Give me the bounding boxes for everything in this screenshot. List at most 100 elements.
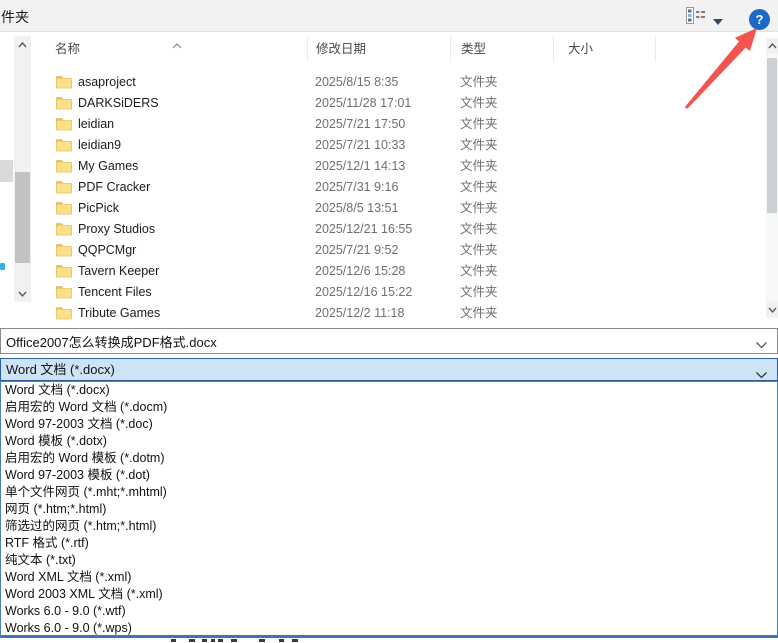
dialog-toolbar: 件夹 ? — [0, 0, 778, 32]
filetype-dropdown-icon[interactable] — [755, 365, 769, 379]
column-header-type[interactable]: 类型 — [450, 36, 553, 62]
filetype-option[interactable]: 纯文本 (*.txt) — [1, 552, 777, 569]
filetype-selected-value: Word 文档 (*.docx) — [6, 362, 115, 377]
folder-icon — [56, 117, 72, 131]
column-header-name[interactable]: 名称 — [32, 36, 307, 62]
file-row[interactable]: Tencent Files 2025/12/16 15:22 文件夹 — [32, 282, 766, 303]
folder-icon — [56, 75, 72, 89]
sort-ascending-icon — [172, 32, 182, 49]
file-row[interactable]: Proxy Studios 2025/12/21 16:55 文件夹 — [32, 219, 766, 240]
filetype-dropdown-list: Word 文档 (*.docx) 启用宏的 Word 文档 (*.docm) W… — [0, 381, 778, 638]
folder-icon — [56, 264, 72, 278]
file-type: 文件夹 — [460, 285, 498, 299]
filetype-option[interactable]: 启用宏的 Word 文档 (*.docm) — [1, 399, 777, 416]
file-name: leidian9 — [78, 138, 122, 152]
file-name: Tavern Keeper — [78, 264, 160, 278]
file-date: 2025/12/21 16:55 — [315, 222, 413, 236]
folder-icon — [56, 285, 72, 299]
file-date: 2025/8/15 8:35 — [315, 75, 399, 89]
scroll-up-icon[interactable] — [14, 36, 31, 53]
file-row[interactable]: leidian 2025/7/21 17:50 文件夹 — [32, 114, 766, 135]
new-folder-button[interactable]: 件夹 — [1, 7, 29, 27]
folder-icon — [56, 306, 72, 320]
folder-icon — [56, 96, 72, 110]
help-button[interactable]: ? — [749, 9, 770, 30]
column-header-blank — [655, 36, 765, 62]
nav-pane-scrollbar[interactable] — [14, 36, 31, 302]
folder-icon — [56, 201, 72, 215]
filetype-option[interactable]: Word 2003 XML 文档 (*.xml) — [1, 586, 777, 603]
filetype-option[interactable]: Word 97-2003 文档 (*.doc) — [1, 416, 777, 433]
filetype-combobox[interactable]: Word 文档 (*.docx) — [0, 358, 778, 381]
column-header-date[interactable]: 修改日期 — [307, 36, 450, 62]
file-rows: asaproject 2025/8/15 8:35 文件夹 DARKSiDERS… — [32, 72, 766, 324]
file-date: 2025/7/21 9:52 — [315, 243, 399, 257]
file-name: Tribute Games — [78, 306, 161, 320]
filetype-option[interactable]: 单个文件网页 (*.mht;*.mhtml) — [1, 484, 777, 501]
file-row[interactable]: Tribute Games 2025/12/2 11:18 文件夹 — [32, 303, 766, 324]
file-name: leidian — [78, 117, 115, 131]
file-row[interactable]: My Games 2025/12/1 14:13 文件夹 — [32, 156, 766, 177]
file-type: 文件夹 — [460, 159, 498, 173]
file-type: 文件夹 — [460, 306, 498, 320]
filetype-option[interactable]: RTF 格式 (*.rtf) — [1, 535, 777, 552]
file-row[interactable]: PicPick 2025/8/5 13:51 文件夹 — [32, 198, 766, 219]
file-name: asaproject — [78, 75, 136, 89]
nav-item-sliver[interactable] — [0, 160, 13, 182]
filetype-option[interactable]: 筛选过的网页 (*.htm;*.html) — [1, 518, 777, 535]
file-row[interactable]: DARKSiDERS 2025/11/28 17:01 文件夹 — [32, 93, 766, 114]
folder-icon — [56, 138, 72, 152]
folder-icon — [56, 159, 72, 173]
folder-icon — [56, 243, 72, 257]
file-name: DARKSiDERS — [78, 96, 159, 110]
file-date: 2025/7/31 9:16 — [315, 180, 399, 194]
file-type: 文件夹 — [460, 201, 498, 215]
file-date: 2025/11/28 17:01 — [315, 96, 412, 110]
file-row[interactable]: QQPCMgr 2025/7/21 9:52 文件夹 — [32, 240, 766, 261]
scroll-down-icon[interactable] — [766, 302, 778, 318]
file-list: 名称 修改日期 类型 大小 asaproject 2025/8/15 8:35 … — [32, 36, 766, 326]
filename-combobox — [0, 328, 778, 354]
file-list-scrollbar[interactable] — [766, 38, 778, 318]
column-header-size[interactable]: 大小 — [553, 36, 655, 62]
filetype-option[interactable]: Word 模板 (*.dotx) — [1, 433, 777, 450]
file-name: My Games — [78, 159, 139, 173]
filetype-option[interactable]: Word XML 文档 (*.xml) — [1, 569, 777, 586]
file-row[interactable]: asaproject 2025/8/15 8:35 文件夹 — [32, 72, 766, 93]
file-type: 文件夹 — [460, 243, 498, 257]
filetype-option[interactable]: 网页 (*.htm;*.html) — [1, 501, 777, 518]
scrollbar-thumb[interactable] — [15, 172, 30, 263]
file-row[interactable]: leidian9 2025/7/21 10:33 文件夹 — [32, 135, 766, 156]
scroll-down-icon[interactable] — [14, 285, 31, 302]
file-type: 文件夹 — [460, 117, 498, 131]
filetype-option[interactable]: Word 文档 (*.docx) — [1, 382, 777, 399]
file-date: 2025/12/6 15:28 — [315, 264, 406, 278]
file-type: 文件夹 — [460, 264, 498, 278]
file-date: 2025/7/21 17:50 — [315, 117, 406, 131]
file-row[interactable]: Tavern Keeper 2025/12/6 15:28 文件夹 — [32, 261, 766, 282]
view-dropdown-arrow-icon[interactable] — [712, 13, 724, 25]
scrollbar-thumb[interactable] — [767, 58, 777, 213]
filetype-option[interactable]: Works 6.0 - 9.0 (*.wps) — [1, 620, 777, 635]
folder-icon — [56, 180, 72, 194]
file-row[interactable]: PDF Cracker 2025/7/31 9:16 文件夹 — [32, 177, 766, 198]
file-name: PicPick — [78, 201, 119, 215]
change-view-icon[interactable] — [686, 7, 706, 24]
file-type: 文件夹 — [460, 75, 498, 89]
file-date: 2025/12/1 14:13 — [315, 159, 406, 173]
filetype-option[interactable]: Word 97-2003 模板 (*.dot) — [1, 467, 777, 484]
nav-icon-sliver — [0, 263, 5, 270]
file-name: QQPCMgr — [78, 243, 137, 257]
file-type: 文件夹 — [460, 180, 498, 194]
scroll-up-icon[interactable] — [766, 38, 778, 54]
filename-input[interactable] — [6, 330, 746, 352]
filetype-option[interactable]: 启用宏的 Word 模板 (*.dotm) — [1, 450, 777, 467]
file-type: 文件夹 — [460, 138, 498, 152]
file-type: 文件夹 — [460, 96, 498, 110]
filetype-option[interactable]: Works 6.0 - 9.0 (*.wtf) — [1, 603, 777, 620]
file-name: Tencent Files — [78, 285, 152, 299]
file-name: Proxy Studios — [78, 222, 156, 236]
clipped-caption-fragment — [0, 639, 778, 643]
filename-dropdown-icon[interactable] — [755, 337, 769, 349]
navigation-pane-sliver — [0, 32, 13, 326]
